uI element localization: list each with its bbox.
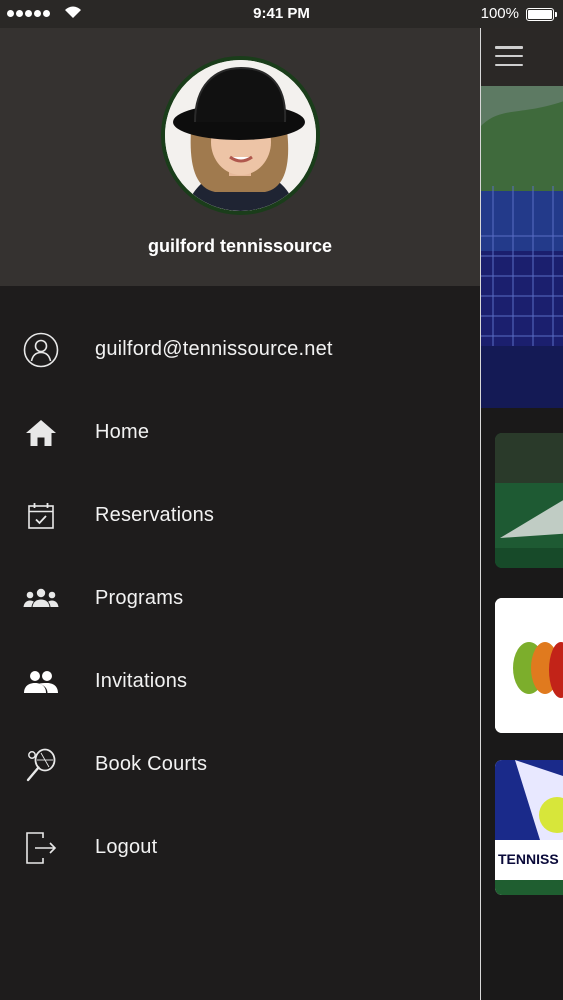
menu-item-programs[interactable]: Programs xyxy=(0,557,480,640)
menu-item-home[interactable]: Home xyxy=(0,391,480,474)
menu-label-book-courts: Book Courts xyxy=(95,753,208,775)
main-content-peek[interactable]: TENNISS xyxy=(480,28,563,1000)
tennis-logo-card[interactable]: TENNISS xyxy=(495,760,563,895)
menu-label-home: Home xyxy=(95,421,150,443)
navigation-drawer: guilford tennissource guilford@tennissou… xyxy=(0,28,480,1000)
menu-label-programs: Programs xyxy=(95,587,184,609)
calendar-check-icon xyxy=(22,497,60,535)
hamburger-menu-icon[interactable] xyxy=(495,46,523,66)
hero-image xyxy=(481,86,563,408)
drawer-menu: guilford@tennissource.net Home Reservati… xyxy=(0,286,480,889)
menu-label-invitations: Invitations xyxy=(95,670,188,692)
drawer-header: guilford tennissource xyxy=(0,28,480,286)
menu-label-logout: Logout xyxy=(95,836,158,858)
menu-item-book-courts[interactable]: Book Courts xyxy=(0,723,480,806)
profile-photo xyxy=(165,60,316,211)
menu-label-account: guilford@tennissource.net xyxy=(95,338,333,360)
menu-item-account[interactable]: guilford@tennissource.net xyxy=(0,308,480,391)
balls-card[interactable] xyxy=(495,598,563,733)
avatar[interactable] xyxy=(161,56,320,215)
people-icon xyxy=(22,663,60,701)
logout-icon xyxy=(22,829,60,867)
court-card[interactable] xyxy=(495,433,563,568)
battery-icon xyxy=(526,8,557,21)
menu-label-reservations: Reservations xyxy=(95,504,215,526)
card-text: TENNISS xyxy=(498,851,559,867)
status-bar: 9:41 PM 100% xyxy=(0,0,563,28)
account-circle-icon xyxy=(22,331,60,369)
menu-item-reservations[interactable]: Reservations xyxy=(0,474,480,557)
main-toolbar xyxy=(481,28,563,86)
menu-item-logout[interactable]: Logout xyxy=(0,806,480,889)
battery-percentage: 100% xyxy=(480,5,519,22)
group-icon xyxy=(22,580,60,618)
status-time: 9:41 PM xyxy=(253,5,310,22)
menu-item-invitations[interactable]: Invitations xyxy=(0,640,480,723)
tennis-racket-icon xyxy=(22,746,60,784)
user-name: guilford tennissource xyxy=(147,236,333,256)
home-icon xyxy=(22,414,60,452)
